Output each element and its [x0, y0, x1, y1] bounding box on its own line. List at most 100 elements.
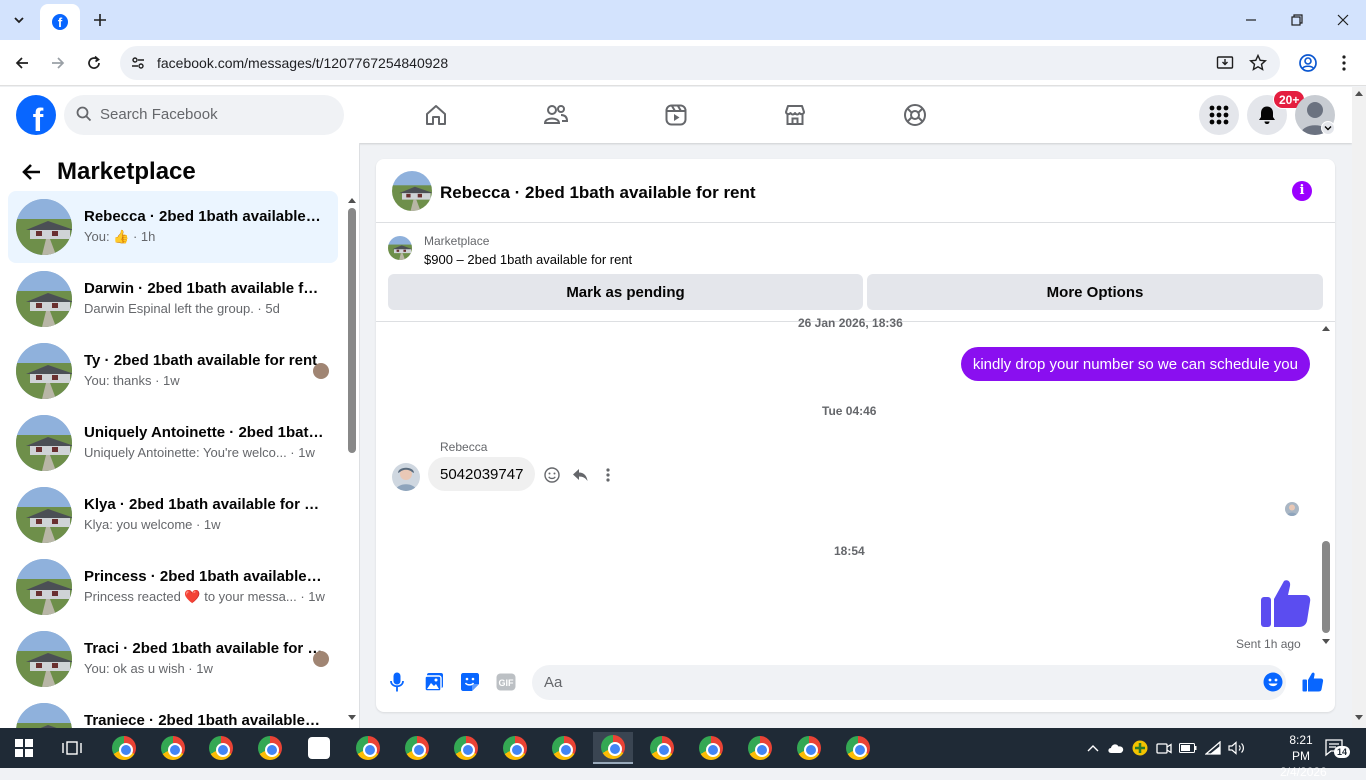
taskbar-app-chrome[interactable] — [642, 732, 682, 764]
bookmark-star-icon[interactable] — [1248, 53, 1268, 73]
facebook-header: f Search Facebook 20+ — [0, 87, 1352, 143]
listing-banner: Marketplace $900 – 2bed 1bath available … — [376, 224, 1335, 322]
message-input[interactable] — [532, 665, 1286, 700]
send-like-button[interactable] — [1302, 671, 1324, 693]
scroll-up-arrow-icon — [1355, 91, 1363, 96]
taskbar-app-chrome[interactable] — [397, 732, 437, 764]
forward-button[interactable] — [44, 49, 72, 77]
taskbar-app-chrome[interactable] — [348, 732, 388, 764]
chrome-icon — [112, 736, 136, 760]
taskbar-app-chrome[interactable] — [838, 732, 878, 764]
app-tray-icon[interactable] — [1130, 738, 1150, 758]
browser-tab-facebook[interactable]: f — [40, 4, 80, 40]
chat-scrollbar[interactable] — [1319, 323, 1333, 647]
onedrive-tray-icon[interactable] — [1106, 738, 1126, 758]
reload-button[interactable] — [80, 49, 108, 77]
message-more-button[interactable] — [598, 465, 618, 485]
taskbar-app-chrome[interactable] — [201, 732, 241, 764]
back-button[interactable] — [8, 49, 36, 77]
chat-listing-thumbnail[interactable] — [392, 171, 432, 211]
install-app-icon[interactable] — [1215, 53, 1235, 73]
nav-marketplace[interactable] — [781, 101, 809, 129]
taskbar-app-chrome[interactable] — [495, 732, 535, 764]
listing-thumbnail — [16, 559, 72, 615]
voice-clip-button[interactable] — [386, 671, 408, 693]
listing-price-title[interactable]: $900 – 2bed 1bath available for rent — [424, 252, 632, 267]
conversation-item[interactable]: Ty · 2bed 1bath available for rent You: t… — [8, 335, 338, 407]
facebook-search[interactable]: Search Facebook — [64, 95, 344, 135]
chat-title[interactable]: Rebecca · 2bed 1bath available for rent — [440, 183, 756, 203]
chrome-icon — [797, 736, 821, 760]
site-settings-icon[interactable] — [128, 53, 148, 73]
network-icon[interactable] — [1203, 738, 1223, 758]
conversation-item[interactable]: Rebecca · 2bed 1bath available for rent Y… — [8, 191, 338, 263]
listing-thumbnail[interactable] — [388, 236, 412, 260]
back-arrow-button[interactable] — [20, 160, 44, 184]
conversation-name: Princess · 2bed 1bath available for rent — [84, 568, 324, 585]
system-clock[interactable]: 8:21 PM 2/4/2026 — [1280, 732, 1327, 780]
nav-video[interactable] — [662, 101, 690, 129]
start-button[interactable] — [4, 732, 44, 764]
conversation-item[interactable]: Princess · 2bed 1bath available for rent… — [8, 551, 338, 623]
conversation-snippet: Uniquely Antoinette: You're welco... · 1… — [84, 445, 315, 460]
nav-friends[interactable] — [542, 101, 570, 129]
listing-thumbnail — [16, 199, 72, 255]
incoming-message[interactable]: 5042039747 — [428, 457, 536, 491]
conversation-item[interactable]: Traci · 2bed 1bath available for rent You… — [8, 623, 338, 695]
taskbar-app-chrome[interactable] — [544, 732, 584, 764]
video-icon — [665, 104, 687, 126]
task-view-button[interactable] — [52, 732, 92, 764]
taskbar-app-chrome[interactable] — [250, 732, 290, 764]
close-window-button[interactable] — [1320, 0, 1366, 40]
minimize-button[interactable] — [1228, 0, 1274, 40]
facebook-logo[interactable]: f — [16, 95, 56, 135]
nav-home[interactable] — [422, 101, 450, 129]
taskbar-app-chrome[interactable] — [153, 732, 193, 764]
profile-button[interactable] — [1294, 49, 1322, 77]
taskbar-app-chrome[interactable] — [446, 732, 486, 764]
conversation-item[interactable]: Traniece · 2bed 1bath available for rent — [8, 695, 338, 728]
new-tab-button[interactable] — [88, 8, 112, 32]
sender-avatar[interactable] — [392, 463, 420, 491]
browser-menu-button[interactable] — [1330, 49, 1358, 77]
conversation-list-scrollbar[interactable] — [346, 193, 358, 723]
gif-button[interactable]: GIF — [495, 671, 517, 693]
scrollbar-thumb[interactable] — [348, 208, 356, 453]
conversation-item[interactable]: Darwin · 2bed 1bath available for rent Da… — [8, 263, 338, 335]
taskbar-app-chrome[interactable] — [104, 732, 144, 764]
page-scrollbar[interactable] — [1352, 87, 1366, 728]
scrollbar-thumb[interactable] — [1322, 541, 1330, 633]
info-icon[interactable]: i — [1292, 181, 1312, 201]
address-bar[interactable]: facebook.com/messages/t/1207767254840928 — [120, 46, 1280, 80]
chrome-icon — [601, 735, 625, 759]
tab-search-button[interactable] — [6, 7, 32, 33]
mark-as-pending-button[interactable]: Mark as pending — [388, 274, 863, 310]
sticker-button[interactable] — [459, 671, 481, 693]
volume-icon[interactable] — [1227, 738, 1247, 758]
nav-gaming[interactable] — [901, 101, 929, 129]
conversation-item[interactable]: Klya · 2bed 1bath available for rent Klya… — [8, 479, 338, 551]
react-button[interactable] — [542, 465, 562, 485]
outgoing-message[interactable]: kindly drop your number so we can schedu… — [960, 347, 1310, 381]
menu-grid-button[interactable] — [1199, 95, 1239, 135]
taskbar-app-chrome[interactable] — [593, 732, 633, 764]
emoji-button[interactable] — [1262, 671, 1284, 693]
account-menu-chevron[interactable] — [1321, 121, 1335, 135]
conversation-item[interactable]: Uniquely Antoinette · 2bed 1bath availab… — [8, 407, 338, 479]
attach-media-button[interactable] — [423, 671, 445, 693]
taskbar-app-chrome[interactable] — [740, 732, 780, 764]
taskbar-app-capcut[interactable] — [299, 732, 339, 764]
battery-icon[interactable] — [1178, 738, 1198, 758]
taskbar-app-chrome[interactable] — [789, 732, 829, 764]
notification-center-button[interactable]: 14 — [1325, 738, 1351, 758]
taskbar-app-chrome[interactable] — [691, 732, 731, 764]
large-like-sticker[interactable] — [1260, 579, 1312, 629]
show-hidden-icons-button[interactable] — [1083, 738, 1103, 758]
meet-now-icon[interactable] — [1154, 738, 1174, 758]
emoji-icon — [1263, 672, 1283, 692]
more-options-button[interactable]: More Options — [867, 274, 1323, 310]
restore-button[interactable] — [1274, 0, 1320, 40]
chat-header: Rebecca · 2bed 1bath available for rent … — [376, 159, 1335, 223]
reply-button[interactable] — [570, 465, 590, 485]
conversation-name: Traniece · 2bed 1bath available for rent — [84, 712, 324, 728]
